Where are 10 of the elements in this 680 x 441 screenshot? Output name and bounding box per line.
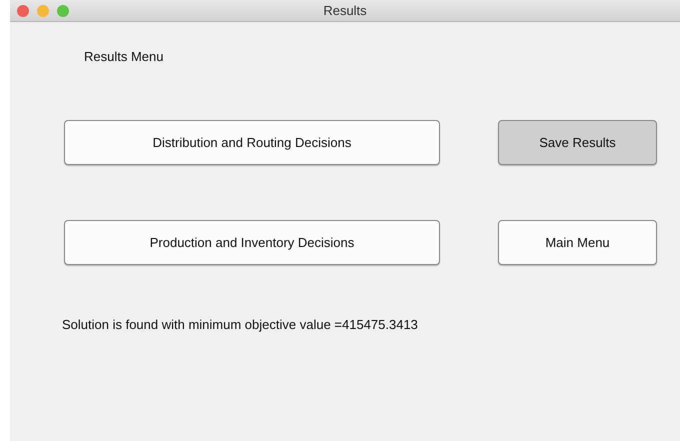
menu-button[interactable]: Save Results [498,120,657,165]
result-message: Solution is found with minimum objective value =415475.3413 [62,317,418,332]
menu-button[interactable]: Distribution and Routing Decisions [64,120,440,165]
close-button[interactable] [17,4,29,16]
menu-button[interactable]: Production and Inventory Decisions [64,220,440,265]
window-title: Results [323,3,367,18]
menu-heading: Results Menu [84,49,164,64]
zoom-button[interactable] [57,4,69,16]
menu-button[interactable]: Main Menu [498,220,657,265]
minimize-button[interactable] [37,4,49,16]
